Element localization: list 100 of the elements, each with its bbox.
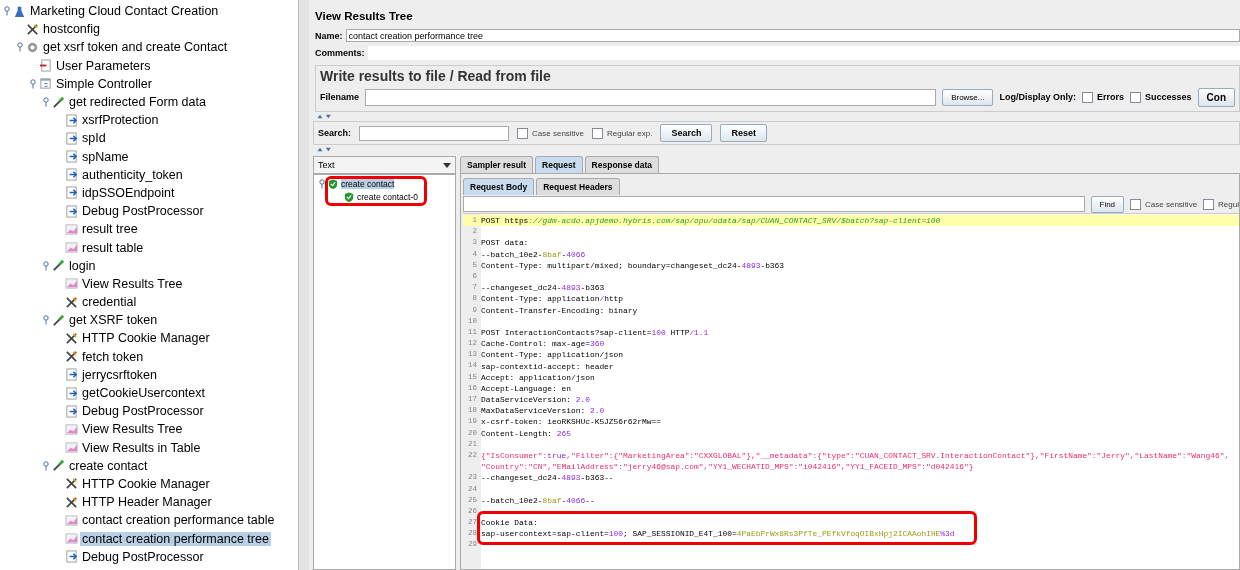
expand-toggle-icon[interactable] [43, 315, 49, 326]
tree-item[interactable]: xsrfProtection [80, 113, 161, 128]
tree-item[interactable]: View Results in Table [80, 440, 203, 455]
tree-item[interactable]: User Parameters [54, 58, 153, 73]
find-button[interactable]: Find [1090, 195, 1125, 213]
expand-toggle-icon[interactable] [30, 79, 36, 89]
tree-item[interactable]: contact creation performance table [80, 513, 277, 528]
tree-item[interactable]: idpSSOEndpoint [80, 185, 177, 200]
panel-title: View Results Tree [314, 9, 414, 24]
expand-toggle-icon[interactable] [4, 6, 10, 17]
document-icon [39, 59, 52, 73]
gear-icon [26, 40, 39, 54]
find-field[interactable] [463, 196, 1085, 212]
log-display-label: Log/Display Only: [999, 92, 1076, 102]
controller-icon [39, 77, 52, 91]
tree-item[interactable]: Simple Controller [54, 76, 154, 91]
wrench-icon [65, 295, 78, 309]
document-arrow-icon [65, 131, 78, 145]
expand-toggle-icon[interactable] [43, 261, 49, 271]
tree-item[interactable]: fetch token [80, 349, 146, 364]
tab[interactable]: Request [535, 156, 583, 173]
search-label: Search: [318, 128, 352, 138]
filename-field[interactable] [365, 88, 937, 106]
search-button[interactable]: Reset [720, 124, 767, 142]
tree-item[interactable]: create contact [67, 458, 150, 473]
result-item[interactable]: create contact-0 [357, 191, 418, 202]
wrench-icon [65, 331, 78, 345]
tree-item[interactable]: Debug PostProcessor [80, 549, 206, 564]
checkbox-label: Successes [1145, 92, 1192, 102]
tree-item[interactable]: get redirected Form data [67, 95, 208, 110]
document-arrow-icon [65, 168, 78, 182]
tree-item[interactable]: spId [80, 131, 108, 146]
expand-toggle-icon[interactable] [43, 461, 49, 471]
tree-item[interactable]: contact creation performance tree [80, 531, 271, 546]
document-arrow-icon [65, 386, 78, 400]
pipette-icon [52, 313, 65, 327]
tree-item[interactable]: login [67, 258, 98, 273]
chart-icon [65, 532, 78, 546]
expand-toggle-icon[interactable] [43, 97, 49, 108]
flask-icon [13, 4, 26, 18]
checkbox[interactable] [1082, 91, 1093, 103]
tree-item[interactable]: getCookieUsercontext [80, 386, 207, 401]
chart-icon [65, 222, 78, 236]
document-arrow-icon [65, 186, 78, 200]
checkbox-label: Regul [1218, 199, 1239, 209]
document-arrow-icon [65, 150, 78, 164]
wrench-icon [26, 22, 39, 36]
document-arrow-icon [65, 113, 78, 127]
tree-item[interactable]: Debug PostProcessor [80, 204, 206, 219]
chart-icon [65, 277, 78, 291]
tree-item[interactable]: jerrycsrftoken [80, 367, 160, 382]
search-button[interactable]: Search [660, 124, 713, 142]
tree-item[interactable]: get xsrf token and create Contact [41, 40, 230, 55]
filename-label: Filename [320, 92, 359, 102]
tab[interactable]: Response data [584, 156, 660, 173]
search-field[interactable] [359, 125, 510, 141]
checkbox[interactable] [1203, 198, 1215, 210]
tree-item[interactable]: View Results Tree [80, 422, 185, 437]
tree-item[interactable]: HTTP Cookie Manager [80, 331, 212, 346]
wrench-icon [65, 477, 78, 491]
wrench-icon [65, 495, 78, 509]
tree-item[interactable]: get XSRF token [67, 313, 160, 328]
checkbox[interactable] [1130, 198, 1142, 210]
document-arrow-icon [65, 368, 78, 382]
chart-icon [65, 422, 78, 436]
wrench-icon [65, 350, 78, 364]
pipette-icon [52, 95, 65, 109]
tree-item[interactable]: HTTP Cookie Manager [80, 476, 212, 491]
tab[interactable]: Request Headers [536, 178, 620, 195]
expand-toggle-icon[interactable] [319, 178, 325, 189]
checkbox[interactable] [1130, 91, 1141, 103]
checkbox[interactable] [592, 127, 604, 139]
tree-item[interactable]: spName [80, 149, 131, 164]
browse-button[interactable]: Browse... [942, 88, 994, 106]
tree-item[interactable]: authenticity_token [80, 167, 185, 182]
checkbox[interactable] [517, 127, 529, 139]
checkbox-label: Case sensitive [1145, 199, 1198, 209]
tree-item[interactable]: result table [80, 240, 146, 255]
renderer-dropdown[interactable]: Text [313, 156, 456, 174]
tree-item[interactable]: Marketing Cloud Contact Creation [28, 4, 221, 19]
chart-icon [65, 441, 78, 455]
name-field[interactable]: contact creation performance tree [345, 29, 1240, 42]
result-item[interactable]: create contact [341, 178, 395, 189]
checkbox-label: Regular exp. [607, 128, 653, 138]
tree-item[interactable]: View Results Tree [80, 276, 185, 291]
name-label: Name: [315, 30, 343, 41]
pipette-icon [52, 459, 65, 473]
tree-item[interactable]: credential [80, 295, 139, 310]
tree-item[interactable]: HTTP Header Manager [80, 495, 214, 510]
configure-button[interactable]: Con [1197, 87, 1235, 107]
tab[interactable]: Sampler result [460, 156, 534, 173]
tree-item[interactable]: result tree [80, 222, 140, 237]
group-title: Write results to file / Read from file [320, 67, 552, 86]
expand-toggle-icon[interactable] [17, 42, 23, 53]
tab[interactable]: Request Body [463, 178, 535, 195]
tree-item[interactable]: hostconfig [41, 22, 102, 37]
tree-item[interactable]: Debug PostProcessor [80, 404, 206, 419]
pipette-icon [52, 259, 65, 273]
document-arrow-icon [65, 550, 78, 564]
chart-icon [65, 513, 78, 527]
